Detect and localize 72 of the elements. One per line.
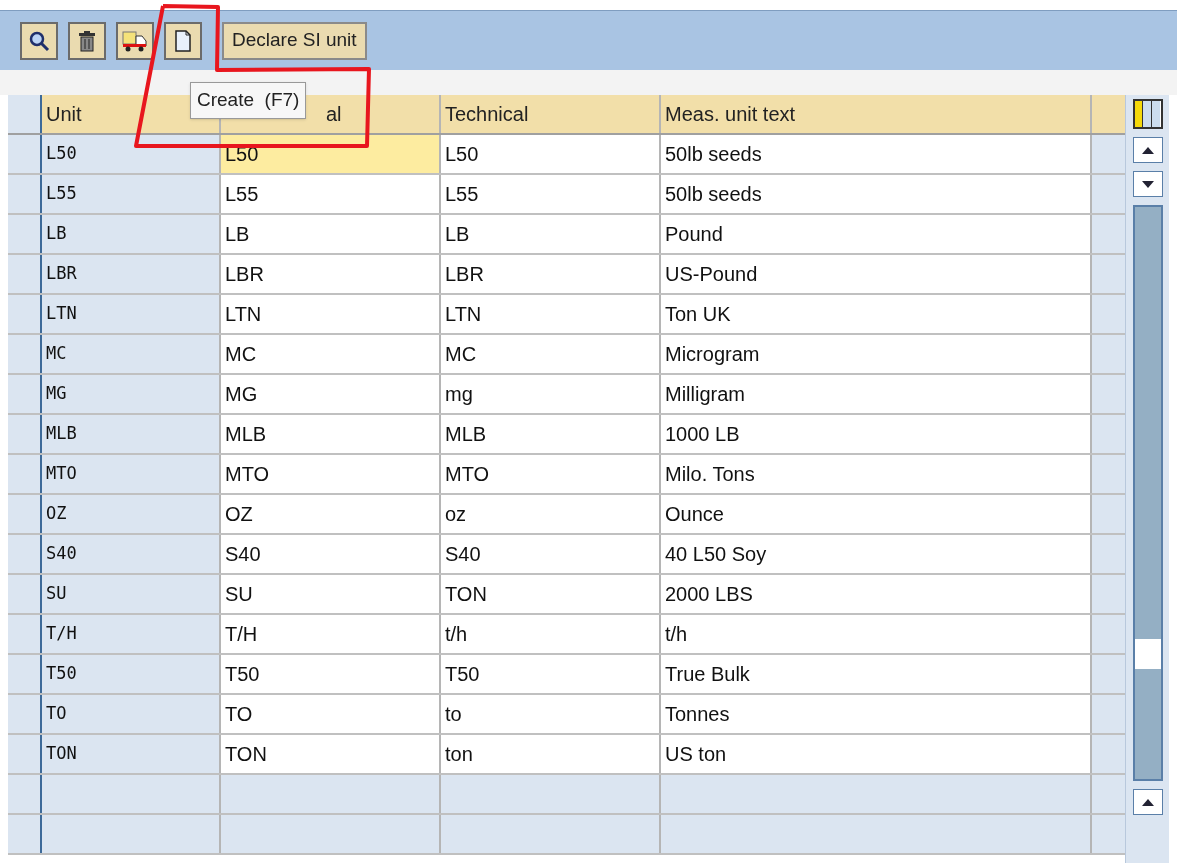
table-cell: LBR [42,255,221,293]
table-cell [1092,255,1125,293]
row-selector[interactable] [8,95,42,133]
table-cell: L55 [42,175,221,213]
table-cell [1092,615,1125,653]
table-cell: TO [42,695,221,733]
row-selector[interactable] [8,375,42,413]
truck-icon[interactable] [116,21,154,60]
row-selector[interactable] [8,135,42,173]
row-selector[interactable] [8,175,42,213]
row-selector[interactable] [8,735,42,773]
column-header[interactable]: Technical [441,95,661,133]
table-cell: OZ [42,495,221,533]
table-cell: S40 [42,535,221,573]
table-cell [1092,655,1125,693]
table-cell [1092,495,1125,533]
column-header[interactable]: Meas. unit text [661,95,1092,133]
table-cell [1092,335,1125,373]
row-selector[interactable] [8,295,42,333]
table-cell [1092,375,1125,413]
table-cell [1092,735,1125,773]
table-cell [1092,775,1125,813]
scroll-up-button[interactable] [1132,137,1163,163]
table-cell [1092,415,1125,453]
table-cell: T/H [42,615,221,653]
table-cell [1092,535,1125,573]
row-selector[interactable] [8,255,42,293]
table-cell: MLB [42,415,221,453]
declare-si-unit-button[interactable]: Declare SI unit [222,21,367,60]
new-document-icon[interactable] [164,21,202,60]
row-selector[interactable] [8,575,42,613]
row-selector[interactable] [8,455,42,493]
row-selector[interactable] [8,615,42,653]
table-cell [1092,215,1125,253]
table-cell [1092,295,1125,333]
tooltip: Create (F7) [190,82,307,119]
table-cell [1092,575,1125,613]
table-cell [1092,175,1125,213]
column-layout-icon[interactable] [1132,99,1163,129]
row-selector[interactable] [8,695,42,733]
table-cell: LTN [42,295,221,333]
row-selector[interactable] [8,495,42,533]
row-selector[interactable] [8,535,42,573]
up-arrow-icon [1141,798,1154,806]
trash-icon[interactable] [68,21,106,60]
table-cell: MTO [42,455,221,493]
table-cell: T50 [42,655,221,693]
scroll-thumb[interactable] [1134,639,1161,669]
scroll-down-button[interactable] [1132,171,1163,197]
table-cell [1092,455,1125,493]
row-selector[interactable] [8,415,42,453]
row-selector[interactable] [8,335,42,373]
scroll-track[interactable] [1132,205,1163,781]
table-cell: TON [42,735,221,773]
table-cell [1092,695,1125,733]
search-icon[interactable] [20,21,58,60]
row-selector[interactable] [8,815,42,853]
scroll-up-button[interactable] [1132,789,1163,815]
table-cell: MC [42,335,221,373]
row-selector[interactable] [8,775,42,813]
table-cell [1092,815,1125,853]
table-cell: SU [42,575,221,613]
table-cell [1092,135,1125,173]
table-cell: L50 [42,135,221,173]
down-arrow-icon [1141,180,1154,188]
scrollbar[interactable] [1125,95,1169,863]
table-cell: LB [42,215,221,253]
up-arrow-icon [1141,146,1154,154]
table-cell: MG [42,375,221,413]
row-selector[interactable] [8,215,42,253]
column-header [1092,95,1125,133]
row-selector[interactable] [8,655,42,693]
